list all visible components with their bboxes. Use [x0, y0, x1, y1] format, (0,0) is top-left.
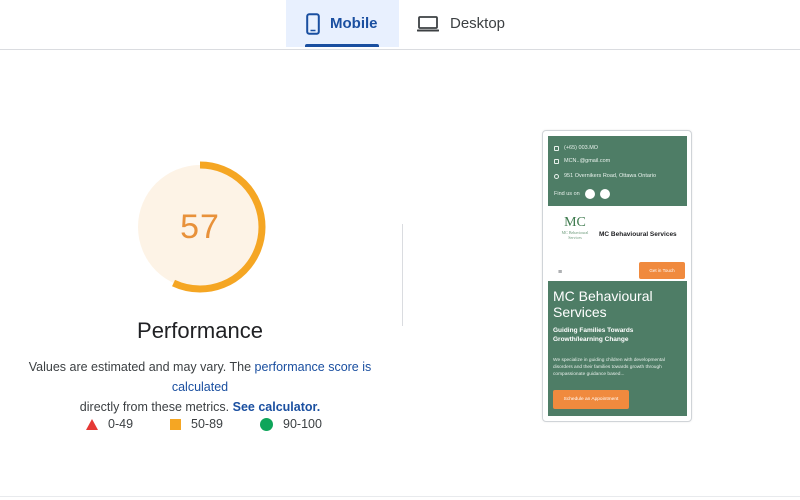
- tab-mobile[interactable]: Mobile: [286, 0, 399, 47]
- device-tabs: Mobile Desktop: [0, 0, 800, 50]
- preview-address-row: 951 Overnikers Road, Ottawa Ontario: [554, 173, 656, 179]
- phone-icon: [554, 145, 559, 151]
- preview-address: 951 Overnikers Road, Ottawa Ontario: [564, 173, 657, 179]
- preview-phone: (+65) 003.MO: [564, 145, 599, 151]
- instagram-icon: [599, 189, 610, 199]
- preview-brand-row: MC MC Behavioural Services MC Behavioura…: [548, 206, 687, 258]
- preview-contact-bar: (+65) 003.MO MCN..@gmail.com 951 Overnik…: [548, 136, 687, 206]
- bottom-divider: [0, 496, 800, 497]
- legend-item-good: 90-100: [260, 417, 322, 431]
- preview-logo-sub: MC Behavioural Services: [561, 230, 589, 240]
- preview-social-row: Find us on: [554, 189, 610, 199]
- legend-item-average: 50-89: [170, 417, 223, 431]
- hamburger-menu-icon: ≡: [558, 269, 563, 276]
- tab-selected-indicator: [305, 44, 379, 47]
- vertical-divider: [402, 224, 403, 326]
- mail-icon: [554, 158, 559, 164]
- preview-hero-text: We specialize in guiding children with d…: [553, 358, 665, 377]
- circle-icon: [260, 417, 273, 431]
- tab-desktop[interactable]: Desktop: [412, 0, 522, 47]
- smartphone-icon: [306, 12, 320, 35]
- legend-range-poor: 0-49: [108, 417, 134, 431]
- preview-brand-name: MC Behavioural Services: [599, 231, 677, 238]
- legend-range-good: 90-100: [283, 417, 322, 431]
- performance-title: Performance: [137, 318, 263, 343]
- preview-hero-title: MC Behavioural Services: [553, 288, 653, 320]
- performance-score: 57: [180, 207, 220, 246]
- preview-cta-button: Schedule an Appointment: [553, 390, 629, 409]
- preview-hero: MC Behavioural Services Guiding Families…: [548, 281, 687, 416]
- tab-desktop-label: Desktop: [450, 15, 506, 32]
- preview-find-us: Find us on: [554, 191, 580, 197]
- description-middle: directly from these metrics.: [79, 400, 233, 414]
- description-prefix: Values are estimated and may vary. The: [28, 360, 255, 374]
- legend-item-poor: 0-49: [86, 417, 133, 431]
- preview-email: MCN..@gmail.com: [564, 158, 611, 164]
- square-icon: [170, 418, 181, 430]
- tab-mobile-label: Mobile: [330, 15, 378, 32]
- triangle-icon: [86, 418, 98, 430]
- location-icon: [554, 173, 559, 179]
- preview-phone-row: (+65) 003.MO: [554, 145, 598, 151]
- performance-gauge: 57: [134, 161, 266, 293]
- preview-hero-subtitle: Guiding Families Towards Growth/learning…: [553, 327, 634, 343]
- preview-header-button: Get in Touch: [639, 262, 685, 279]
- legend-range-average: 50-89: [191, 417, 223, 431]
- preview-email-row: MCN..@gmail.com: [554, 158, 610, 164]
- laptop-icon: [416, 15, 440, 33]
- mobile-screenshot-preview: (+65) 003.MO MCN..@gmail.com 951 Overnik…: [542, 130, 692, 422]
- preview-logo-text: MC: [564, 215, 586, 230]
- see-calculator-link[interactable]: See calculator.: [233, 400, 321, 414]
- facebook-icon: [584, 189, 595, 199]
- preview-logo: MC MC Behavioural Services: [558, 216, 592, 244]
- score-description: Values are estimated and may vary. The p…: [10, 357, 390, 417]
